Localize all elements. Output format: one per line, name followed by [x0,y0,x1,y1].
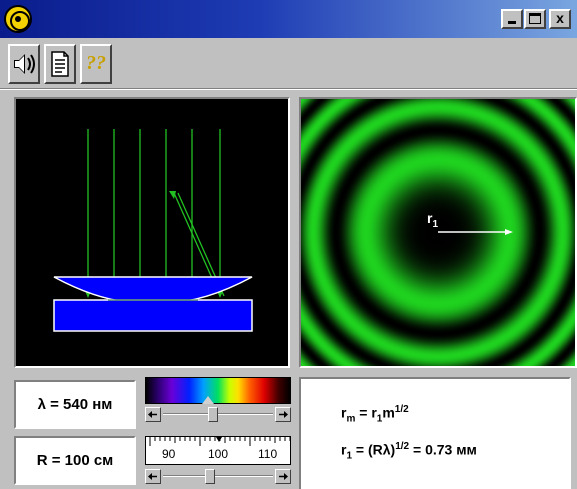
lens-setup-view [14,97,290,368]
help-icon: ?? [86,52,106,74]
help-button[interactable]: ?? [80,44,112,84]
maximize-icon [529,13,541,24]
ruler-label-90: 90 [162,447,176,461]
radius-ruler[interactable]: 90 100 110 [145,436,291,465]
sound-button[interactable] [8,44,40,84]
radius-slider-track[interactable] [163,475,273,477]
ring-radius-formula: rm = r1m1/2 [341,404,409,425]
formula-panel: rm = r1m1/2 r1 = (Rλ)1/2 = 0.73 мм [299,377,571,489]
first-ring-formula: r1 = (Rλ)1/2 = 0.73 мм [341,441,477,462]
radius-slider-thumb[interactable] [205,469,215,484]
close-icon: x [556,10,564,26]
minimize-icon [508,21,516,24]
toolbar-divider [0,88,577,90]
wavelength-slider-track[interactable] [163,413,273,415]
wavelength-slider[interactable] [145,407,291,422]
arrow-right-icon [279,411,288,418]
plano-convex-lens [53,276,253,304]
glass-plate [53,299,253,332]
close-button[interactable]: x [549,9,571,29]
radius-slider[interactable] [145,469,291,484]
lens-diagram [53,129,253,332]
radius-decrease-button[interactable] [145,469,161,484]
title-bar[interactable]: x [0,0,577,38]
document-icon [51,51,69,77]
wavelength-increase-button[interactable] [275,407,291,422]
maximize-button[interactable] [524,9,546,29]
arrow-left-icon [148,473,157,480]
app-window: x ?? r1 λ = 540 нм R = 100 см 90 100 110… [0,0,577,489]
radius-display: R = 100 см [14,436,136,485]
spectrum-pointer-icon [202,396,214,404]
radius-increase-button[interactable] [275,469,291,484]
radius-label: r1 [427,210,439,230]
ruler-label-110: 110 [258,447,278,461]
wavelength-display: λ = 540 нм [14,380,136,429]
incident-rays [87,129,221,299]
interference-pattern [301,99,575,366]
wavelength-decrease-button[interactable] [145,407,161,422]
arrow-left-icon [148,411,157,418]
newton-rings-view: r1 [299,97,577,368]
speaker-icon [14,54,35,74]
rings-icon[interactable] [4,5,32,33]
wavelength-spectrum[interactable] [145,377,291,404]
document-button[interactable] [44,44,76,84]
ruler-label-100: 100 [208,447,229,461]
wavelength-slider-thumb[interactable] [208,407,218,422]
minimize-button[interactable] [501,9,523,29]
arrow-right-icon [279,473,288,480]
